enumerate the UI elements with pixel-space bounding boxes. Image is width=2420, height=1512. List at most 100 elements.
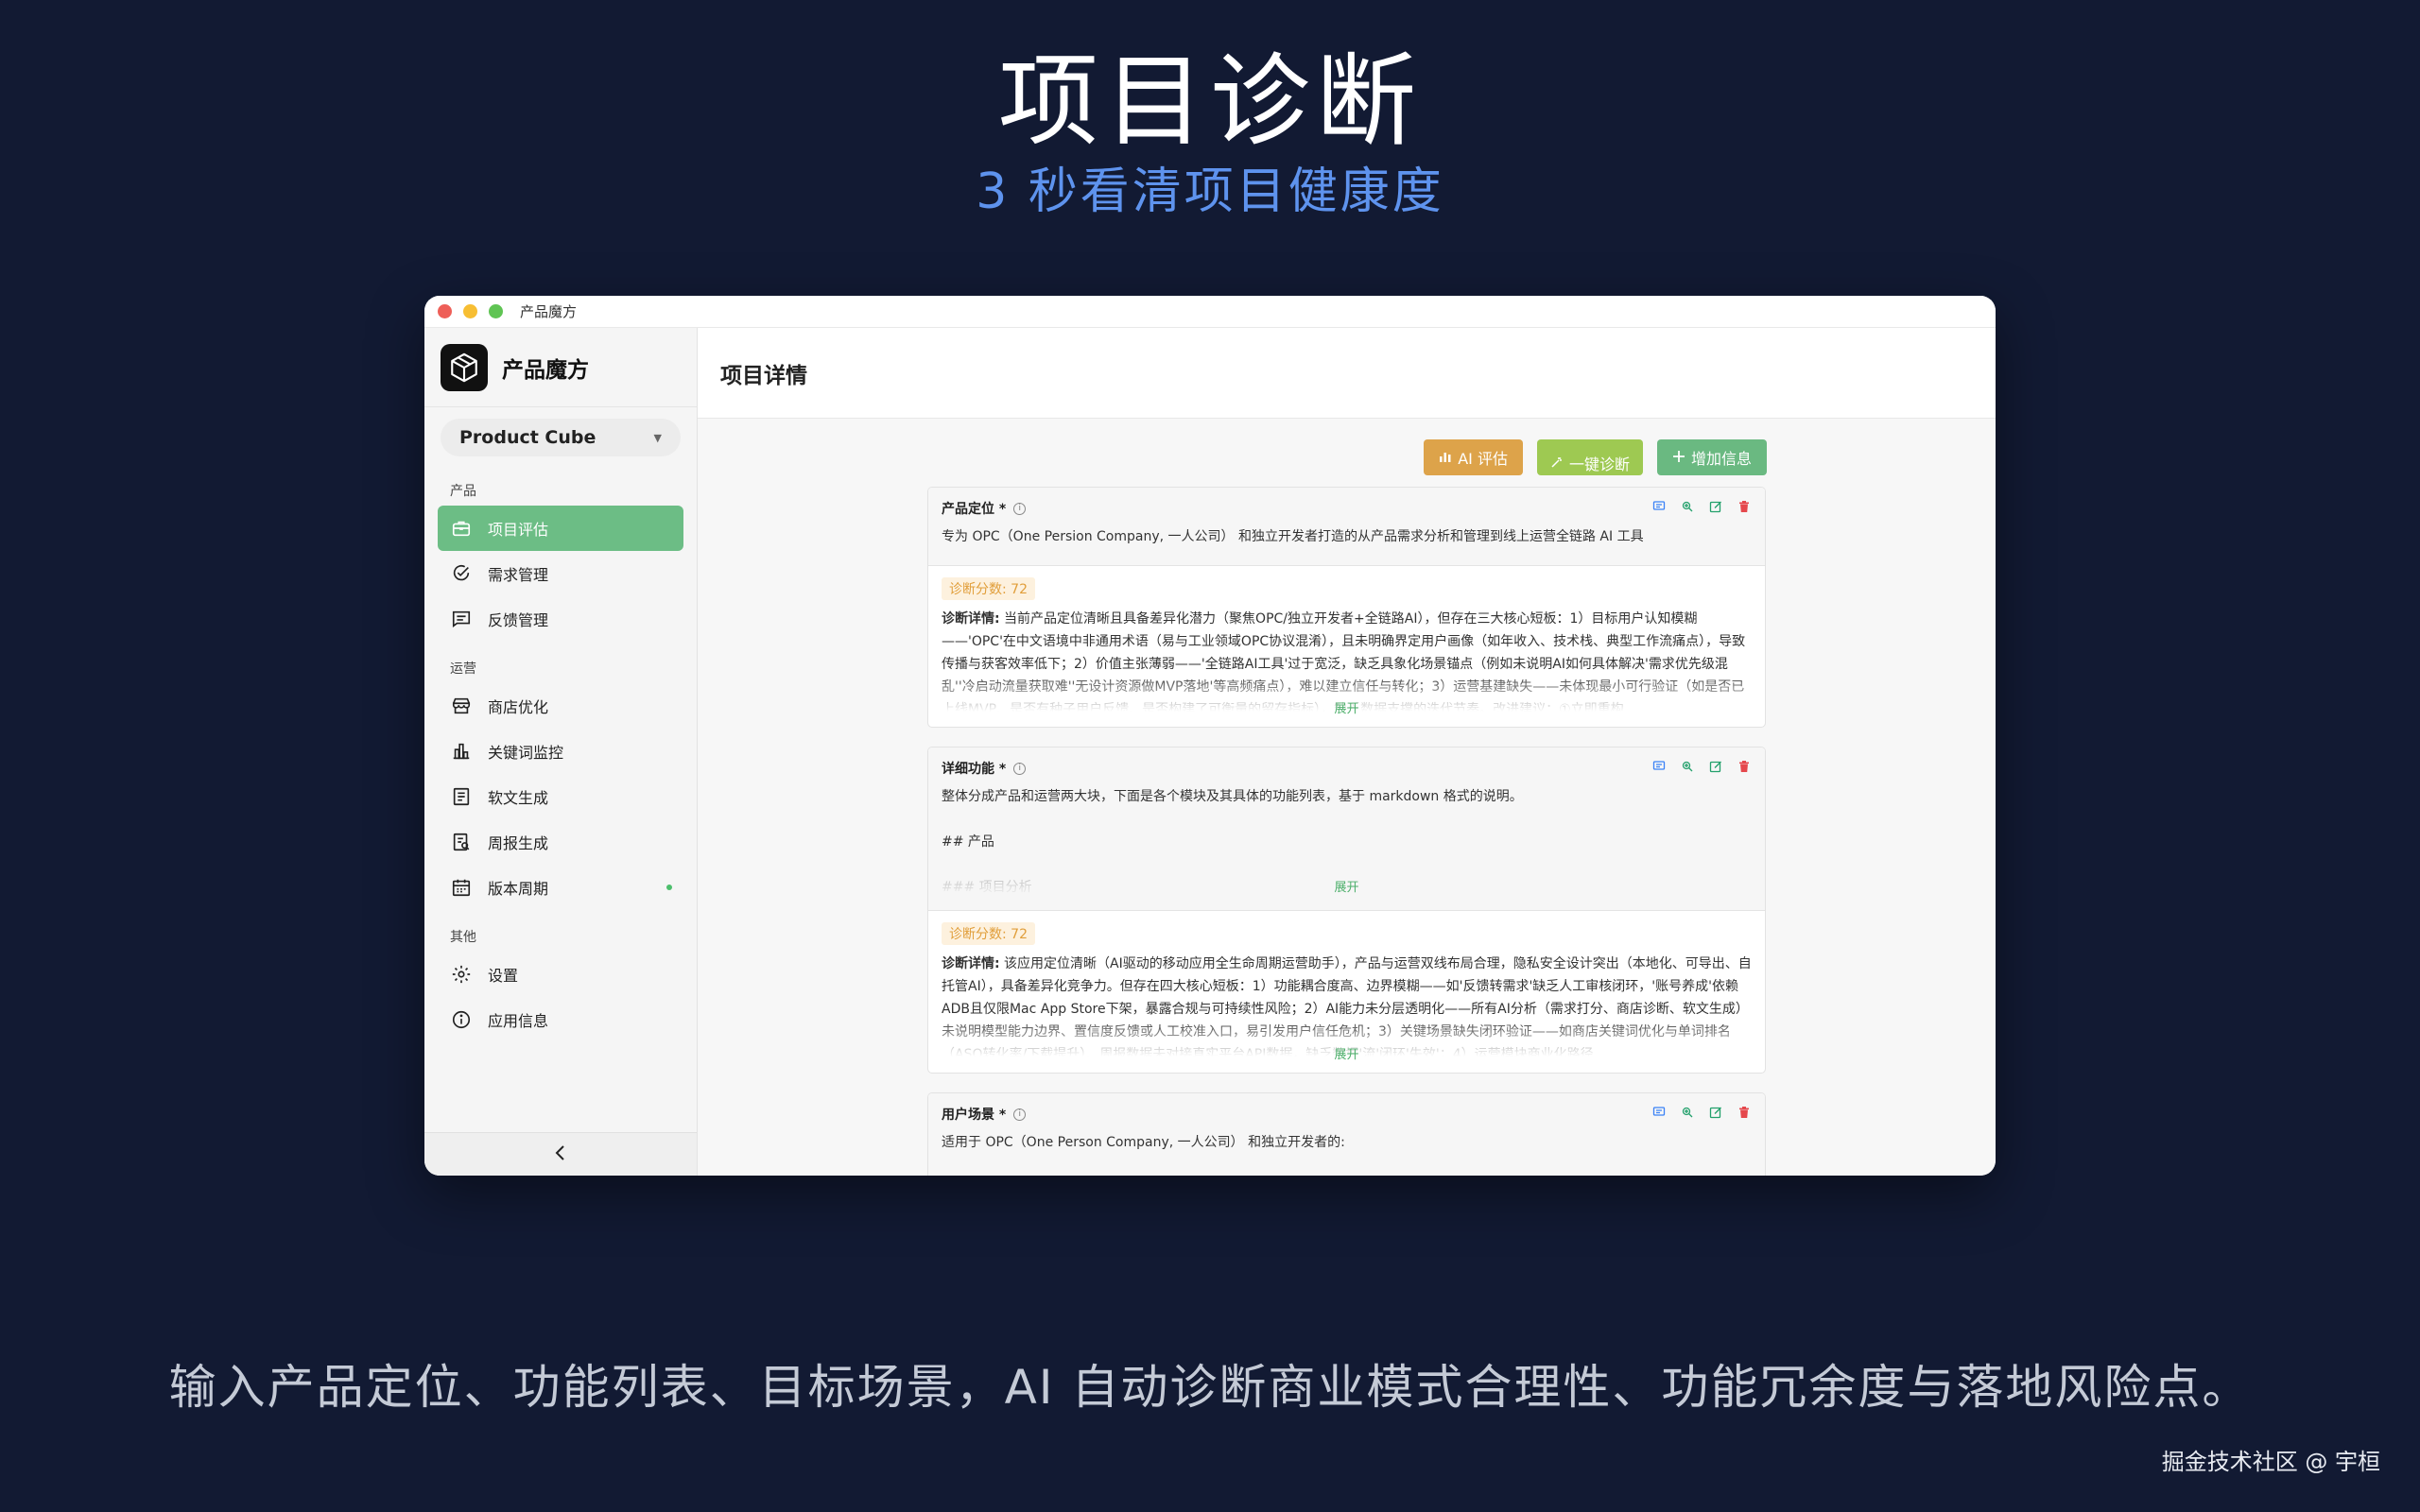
delete-icon[interactable] [1737, 759, 1752, 774]
hero-caption: 输入产品定位、功能列表、目标场景，AI 自动诊断商业模式合理性、功能冗余度与落地… [168, 1360, 2252, 1415]
message-icon [450, 608, 473, 630]
expand-link[interactable]: 展开 [928, 1044, 1765, 1062]
window-title: 产品魔方 [520, 303, 578, 320]
card-detailed-features: 详细功能 * i 整体分成产品和运营两大块，下面是各个模块及其具体的功能列表，基于… [927, 747, 1766, 1074]
cube-logo-icon [441, 343, 488, 391]
card-content: 专为 OPC（One Persion Company, 一人公司） 和独立开发者… [942, 529, 1644, 544]
collapse-sidebar-button[interactable] [424, 1132, 697, 1176]
project-select-value: Product Cube [459, 427, 596, 448]
ai-assist-icon[interactable] [1680, 759, 1695, 774]
edit-icon[interactable] [1708, 759, 1723, 774]
chevron-left-icon [553, 1143, 568, 1166]
sidebar-item-article-generation[interactable]: 软文生成 [438, 774, 683, 819]
sidebar-item-label: 关键词监控 [488, 744, 564, 762]
ai-assist-icon[interactable] [1680, 499, 1695, 514]
hero-title: 项目诊断 [998, 43, 1422, 160]
info-icon[interactable]: i [1013, 762, 1027, 775]
edit-icon[interactable] [1708, 1105, 1723, 1120]
sidebar-item-app-info[interactable]: 应用信息 [438, 997, 683, 1042]
sidebar-item-label: 软文生成 [488, 789, 549, 807]
minimize-window-button[interactable] [463, 304, 477, 318]
page-title: 项目详情 [720, 363, 807, 388]
action-toolbar: AI 评估 一键诊断 增加信息 [1424, 439, 1767, 475]
sidebar-item-feedback[interactable]: 反馈管理 [438, 596, 683, 642]
card-header: 用户场景 * i 适用于 OPC（One Person Company, 一人公司… [928, 1093, 1765, 1176]
page-header: 项目详情 [698, 328, 1996, 419]
sidebar-item-project-eval[interactable]: 项目评估 [438, 506, 683, 551]
app-window: 产品魔方 产品魔方 Product Cube ▼ 产品 项目评估 需求管理 反馈… [424, 296, 1996, 1176]
diagnosis-text: 诊断详情: 该应用定位清晰（AI驱动的移动应用全生命周期运营助手），产品与运营双… [942, 953, 1752, 1057]
card-toolbar [1651, 759, 1752, 774]
sidebar-item-weekly-report[interactable]: 周报生成 [438, 819, 683, 865]
info-icon[interactable]: i [1013, 502, 1027, 515]
bar-chart-icon [450, 740, 473, 763]
card-toolbar [1651, 1105, 1752, 1120]
sidebar-item-label: 需求管理 [488, 566, 549, 584]
hero-subtitle: 3 秒看清项目健康度 [976, 163, 1444, 220]
brand: 产品魔方 [424, 328, 697, 407]
ai-eval-button[interactable]: AI 评估 [1424, 439, 1523, 475]
project-select[interactable]: Product Cube ▼ [441, 419, 681, 456]
sidebar-item-label: 应用信息 [488, 1012, 549, 1030]
expand-link[interactable]: 展开 [928, 877, 1765, 895]
add-info-label: 增加信息 [1690, 450, 1752, 468]
comment-icon[interactable] [1651, 499, 1667, 514]
card-title: 详细功能 * i [942, 759, 1752, 778]
sidebar-item-label: 周报生成 [488, 834, 549, 852]
edit-icon[interactable] [1708, 499, 1723, 514]
status-dot [666, 885, 672, 890]
close-window-button[interactable] [438, 304, 452, 318]
chart-icon [1439, 449, 1452, 467]
content-line [942, 853, 1752, 876]
add-info-button[interactable]: 增加信息 [1656, 439, 1767, 475]
card-title: 产品定位 * i [942, 499, 1752, 518]
ai-eval-label: AI 评估 [1458, 450, 1508, 468]
main-content: 项目详情 AI 评估 一键诊断 增加信息 产品定位 * i 专为 OPC（One… [698, 328, 1996, 1176]
one-click-diagnose-button[interactable]: 一键诊断 [1536, 439, 1643, 475]
credit-text: 掘金技术社区 @ 宇桓 [2161, 1449, 2380, 1475]
sidebar-item-release-cycle[interactable]: 版本周期 [438, 865, 683, 910]
sidebar-item-label: 版本周期 [488, 880, 549, 898]
card-title-text: 产品定位 * [942, 502, 1007, 517]
window-titlebar: 产品魔方 [424, 296, 1996, 328]
sidebar-item-label: 项目评估 [488, 521, 549, 539]
store-icon [450, 695, 473, 717]
content-line: ## 产品 [942, 834, 994, 850]
briefcase-icon [450, 517, 473, 540]
diagnosis-score-badge: 诊断分数: 72 [942, 922, 1035, 945]
info-icon [450, 1008, 473, 1031]
maximize-window-button[interactable] [489, 304, 503, 318]
diagnosis-score-badge: 诊断分数: 72 [942, 577, 1035, 600]
report-icon [450, 831, 473, 853]
content-line: 整体分成产品和运营两大块，下面是各个模块及其具体的功能列表，基于 markdow… [942, 789, 1523, 804]
sidebar-item-label: 商店优化 [488, 698, 549, 716]
document-icon [450, 785, 473, 808]
diagnosis-label: 诊断详情: [942, 956, 1000, 971]
ai-assist-icon[interactable] [1680, 1105, 1695, 1120]
sidebar-item-keyword-monitor[interactable]: 关键词监控 [438, 729, 683, 774]
sidebar-item-store-optimization[interactable]: 商店优化 [438, 683, 683, 729]
diagnosis-body: 该应用定位清晰（AI驱动的移动应用全生命周期运营助手），产品与运营双线布局合理，… [942, 956, 1752, 1057]
diagnosis-label: 诊断详情: [942, 611, 1000, 627]
plus-icon [1672, 449, 1685, 467]
expand-link[interactable]: 展开 [928, 698, 1765, 716]
comment-icon[interactable] [1651, 1105, 1667, 1120]
sidebar-item-settings[interactable]: 设置 [438, 952, 683, 997]
card-title-text: 详细功能 * [942, 762, 1007, 777]
target-check-icon [450, 562, 473, 585]
magic-wand-icon [1550, 455, 1564, 472]
delete-icon[interactable] [1737, 499, 1752, 514]
diagnosis-section: 诊断分数: 72 诊断详情: 该应用定位清晰（AI驱动的移动应用全生命周期运营助… [928, 911, 1765, 1057]
card-title: 用户场景 * i [942, 1105, 1752, 1124]
diagnosis-body: 当前产品定位清晰且具备差异化潜力（聚焦OPC/独立开发者+全链路AI），但存在三… [942, 611, 1746, 712]
delete-icon[interactable] [1737, 1105, 1752, 1120]
sidebar-item-label: 设置 [488, 967, 519, 985]
card-toolbar [1651, 499, 1752, 514]
comment-icon[interactable] [1651, 759, 1667, 774]
sidebar-item-requirements[interactable]: 需求管理 [438, 551, 683, 596]
sidebar: 产品魔方 Product Cube ▼ 产品 项目评估 需求管理 反馈管理 运营… [424, 328, 698, 1176]
card-user-scenarios: 用户场景 * i 适用于 OPC（One Person Company, 一人公司… [927, 1092, 1766, 1176]
info-icon[interactable]: i [1013, 1108, 1027, 1121]
diagnosis-text: 诊断详情: 当前产品定位清晰且具备差异化潜力（聚焦OPC/独立开发者+全链路AI… [942, 608, 1752, 712]
card-title-text: 用户场景 * [942, 1108, 1007, 1123]
